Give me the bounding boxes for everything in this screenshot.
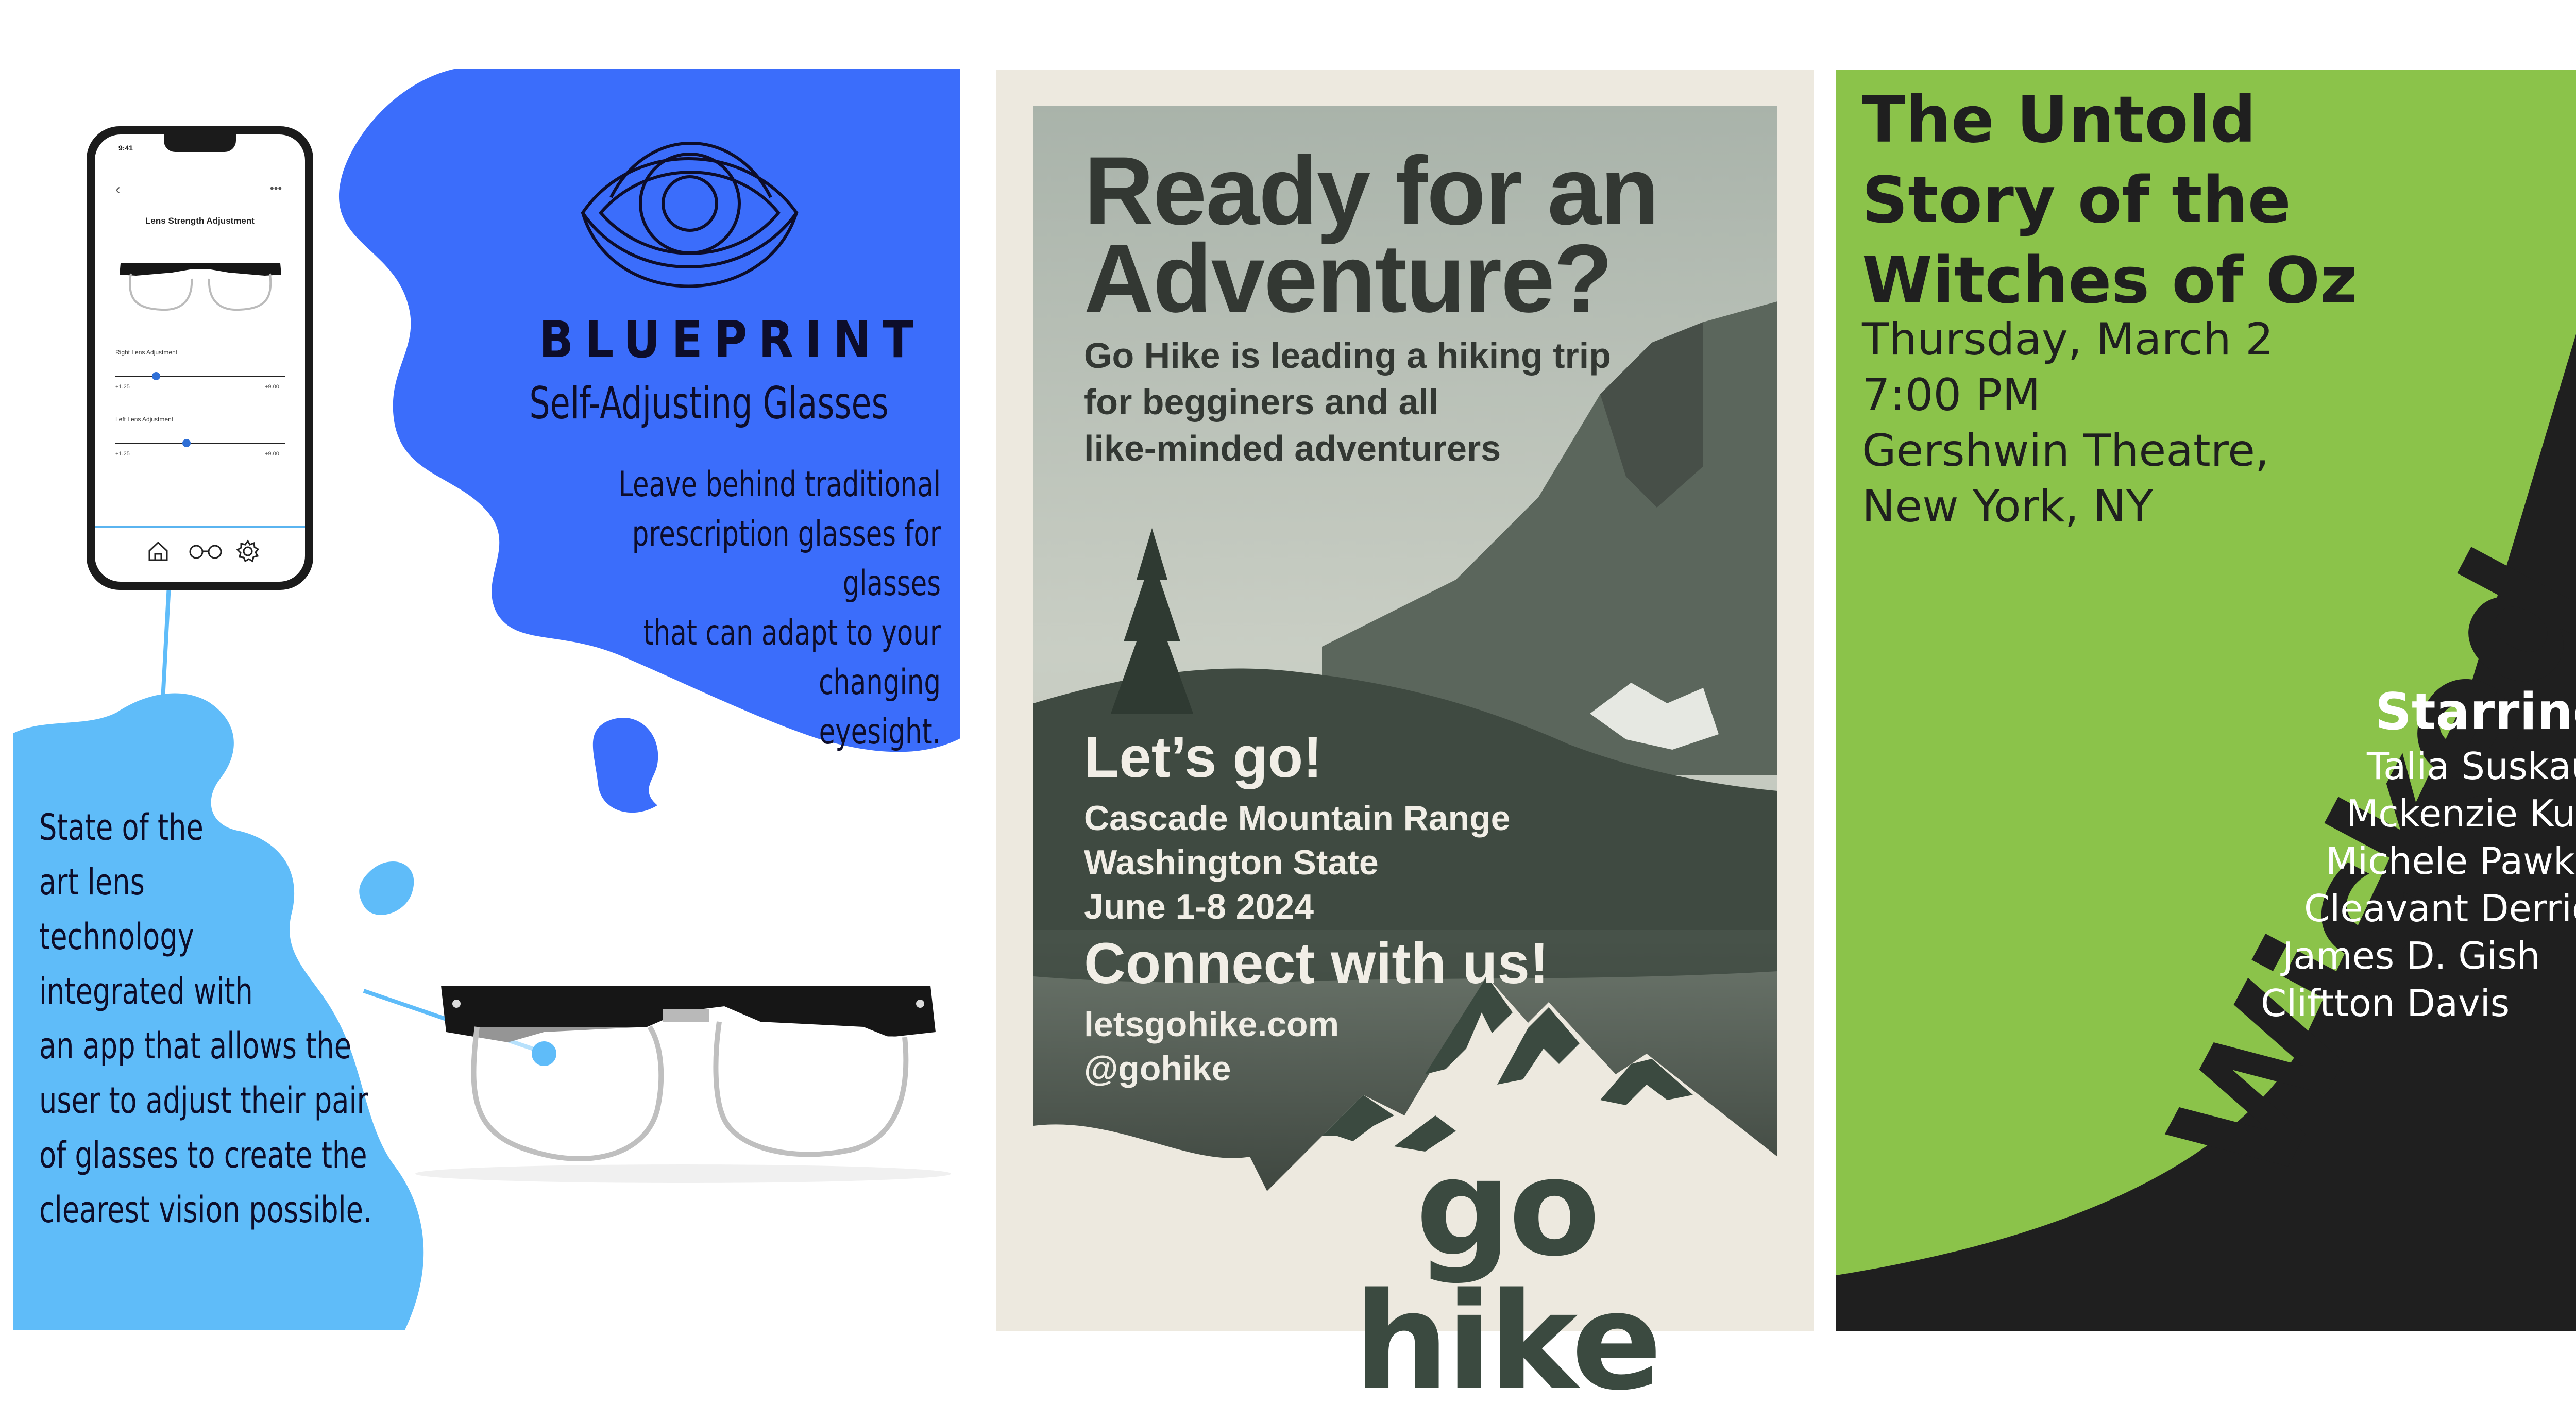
body-line: user to adjust their pair [39, 1079, 368, 1122]
lead-line: that can adapt to your changing [643, 613, 941, 703]
phone-mockup: 9:41 ‹ ••• Lens Strength Adjustment Righ… [87, 126, 313, 590]
right-max-value: +9.00 [265, 384, 279, 390]
intro-line: for begginers and all [1084, 382, 1439, 422]
show-title: The Untold Story of the Witches of Oz [1862, 80, 2357, 321]
screen-title: Lens Strength Adjustment [145, 216, 255, 226]
glasses-thumbnail [120, 263, 281, 311]
right-min-value: +1.25 [115, 384, 130, 390]
body-line: art lens [39, 861, 145, 903]
right-lens-slider-knob[interactable] [152, 372, 160, 380]
back-chevron-icon[interactable]: ‹ [115, 181, 121, 198]
right-lens-slider[interactable] [115, 376, 285, 377]
venue: Gershwin Theatre, [1862, 425, 2269, 477]
body-line: integrated with [39, 970, 253, 1012]
title-line: Story of the [1862, 163, 2291, 238]
tab-bar-divider [95, 526, 305, 528]
starring-heading: Starring [2375, 683, 2576, 741]
headline: Ready for an Adventure? [1084, 137, 1659, 332]
feature-paragraph: State of the art lens technology integra… [39, 800, 402, 1237]
trip-location: Cascade Mountain Range [1084, 799, 1511, 838]
headline-line: Ready for an [1084, 137, 1659, 245]
body-line: of glasses to create the [39, 1134, 367, 1176]
website-link[interactable]: letsgohike.com [1084, 1002, 1339, 1046]
cast-member: Cleavant Derricks [2304, 887, 2576, 930]
home-icon[interactable] [146, 539, 170, 563]
social-handle[interactable]: @gohike [1084, 1046, 1339, 1091]
product-subtitle: Self-Adjusting Glasses [529, 378, 889, 429]
trip-details: Cascade Mountain Range Washington State … [1084, 796, 1511, 929]
gohike-poster: Ready for an Adventure? Go Hike is leadi… [996, 70, 1814, 1409]
title-line: Witches of Oz [1862, 244, 2358, 318]
mountain-photo: Ready for an Adventure? Go Hike is leadi… [1033, 106, 1777, 1198]
glasses-icon[interactable] [188, 544, 224, 560]
lead-paragraph: Leave behind traditional prescription gl… [543, 460, 941, 757]
headline-line: Adventure? [1084, 224, 1613, 332]
intro-text: Go Hike is leading a hiking trip for beg… [1084, 332, 1611, 471]
lead-line: prescription glasses for glasses [632, 514, 941, 604]
intro-line: Go Hike is leading a hiking trip [1084, 335, 1611, 376]
title-line: The Untold [1862, 83, 2256, 157]
gohike-logo-text: go hike [1353, 1130, 1662, 1420]
right-lens-label: Right Lens Adjustment [115, 349, 178, 356]
glasses-image [415, 986, 951, 1183]
more-icon[interactable]: ••• [270, 182, 282, 195]
body-line: technology [39, 916, 194, 958]
lead-line: Leave behind traditional [618, 464, 941, 505]
trip-dates: June 1-8 2024 [1084, 887, 1314, 926]
glasses-hotspot [532, 1041, 556, 1066]
city: New York, NY [1862, 481, 2154, 532]
wicked-poster: The Untold Story of the Witches of Oz Th… [1836, 70, 2576, 1331]
brand-title: BLUEPRINT [539, 311, 925, 369]
gear-icon[interactable] [236, 539, 260, 563]
body-line: State of the [39, 806, 204, 849]
body-line: an app that allows the [39, 1025, 352, 1067]
phone-screen: 9:41 ‹ ••• Lens Strength Adjustment Righ… [95, 134, 305, 582]
phone-notch [164, 134, 236, 152]
intro-line: like-minded adventurers [1084, 428, 1501, 468]
social-links: letsgohike.com @gohike [1084, 1002, 1339, 1091]
body-line: clearest vision possible. [39, 1189, 372, 1231]
status-time: 9:41 [118, 144, 133, 152]
show-date: Thursday, March 2 [1862, 314, 2274, 365]
cast-member: Mckenzie Kurts [2346, 792, 2576, 835]
blueprint-poster: 9:41 ‹ ••• Lens Strength Adjustment Righ… [13, 69, 960, 1330]
left-max-value: +9.00 [265, 451, 279, 457]
left-lens-slider[interactable] [115, 443, 285, 444]
lets-go-heading: Let’s go! [1084, 725, 1323, 789]
cast-member: Talia Suskauer [2367, 745, 2576, 788]
left-min-value: +1.25 [115, 451, 130, 457]
show-time: 7:00 PM [1862, 369, 2041, 421]
left-lens-slider-knob[interactable] [182, 439, 191, 447]
cast-member: James D. Gish [2282, 934, 2540, 977]
connect-heading: Connect with us! [1084, 931, 1549, 995]
lead-line: eyesight. [819, 712, 941, 752]
trip-state: Washington State [1084, 843, 1379, 882]
cast-member: Cliftton Davis [2261, 982, 2510, 1025]
left-lens-label: Left Lens Adjustment [115, 416, 174, 423]
show-details: Thursday, March 2 7:00 PM Gershwin Theat… [1862, 312, 2274, 534]
cast-member: Michele Pawk [2326, 839, 2575, 883]
